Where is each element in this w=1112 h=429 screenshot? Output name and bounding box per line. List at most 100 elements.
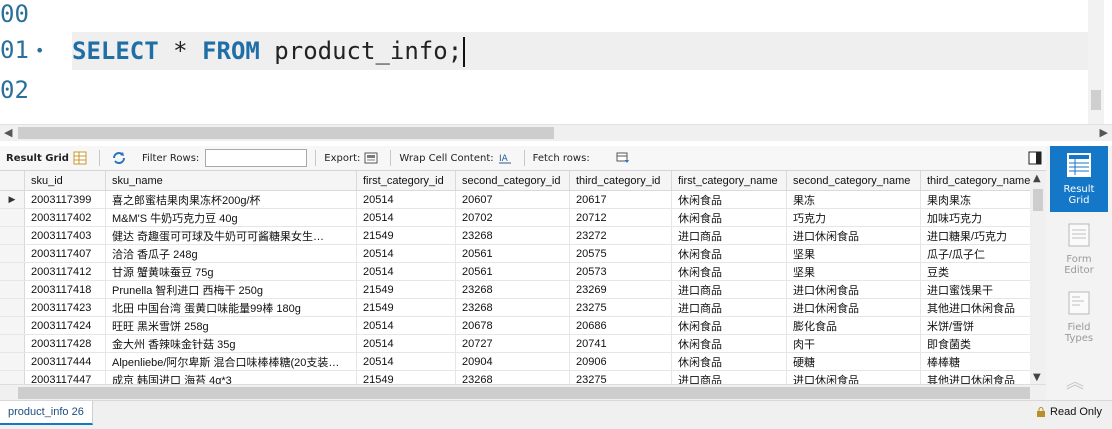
table-cell[interactable]: 进口休闲食品 xyxy=(786,370,921,385)
table-cell[interactable]: 坚果 xyxy=(786,244,921,263)
table-cell[interactable]: 20904 xyxy=(455,352,570,371)
table-cell[interactable]: 20514 xyxy=(356,208,456,227)
table-cell[interactable]: 21549 xyxy=(356,280,456,299)
table-cell[interactable]: 2003117412 xyxy=(24,262,106,281)
table-cell[interactable]: 北田 中国台湾 蛋黄口味能量99棒 180g xyxy=(105,298,357,317)
filter-rows-input[interactable] xyxy=(205,149,308,167)
row-header[interactable] xyxy=(0,352,25,371)
scroll-down-icon[interactable]: ▼ xyxy=(1033,372,1041,383)
table-cell[interactable]: 20686 xyxy=(569,316,672,335)
table-cell[interactable]: 膨化食品 xyxy=(786,316,921,335)
table-cell[interactable]: 20678 xyxy=(455,316,570,335)
column-header[interactable]: sku_id xyxy=(24,171,106,191)
table-cell[interactable]: 健达 奇趣蛋可可球及牛奶可可酱糖果女生… xyxy=(105,226,357,245)
scrollbar-thumb[interactable] xyxy=(18,127,554,139)
table-cell[interactable]: 20514 xyxy=(356,244,456,263)
table-cell[interactable]: 2003117418 xyxy=(24,280,106,299)
table-cell[interactable]: 豆类 xyxy=(920,262,1033,281)
table-cell[interactable]: 2003117423 xyxy=(24,298,106,317)
editor-horizontal-scrollbar[interactable]: ◀ ▶ xyxy=(0,124,1112,141)
table-cell[interactable]: 23268 xyxy=(455,280,570,299)
row-header[interactable] xyxy=(0,208,25,227)
table-cell[interactable]: 21549 xyxy=(356,226,456,245)
table-row[interactable]: 2003117444 Alpenliebe/阿尔卑斯 混合口味棒棒糖(20支装… 2… xyxy=(0,352,1040,371)
table-cell[interactable]: 果冻 xyxy=(786,190,921,209)
table-cell[interactable]: 休闲食品 xyxy=(671,352,787,371)
table-cell[interactable]: Prunella 智利进口 西梅干 250g xyxy=(105,280,357,299)
table-cell[interactable]: 进口休闲食品 xyxy=(786,280,921,299)
table-cell[interactable]: 即食菌类 xyxy=(920,334,1033,353)
table-cell[interactable]: 硬糖 xyxy=(786,352,921,371)
table-cell[interactable]: 20514 xyxy=(356,190,456,209)
table-cell[interactable]: 2003117402 xyxy=(24,208,106,227)
table-cell[interactable]: 2003117444 xyxy=(24,352,106,371)
table-row[interactable]: ▶ 2003117399 喜之郎蜜桔果肉果冻杯200g/杯 20514 20607 206… xyxy=(0,190,1040,209)
table-row[interactable]: 2003117402 M&M'S 牛奶巧克力豆 40g 20514 20702 2071… xyxy=(0,208,1040,227)
table-cell[interactable]: 23268 xyxy=(455,370,570,385)
column-header[interactable]: third_category_id xyxy=(569,171,672,191)
table-row[interactable]: 2003117424 旺旺 黑米雪饼 258g 20514 20678 20686 休闲食… xyxy=(0,316,1040,335)
collapse-icon[interactable]: ︽ xyxy=(1066,368,1084,394)
table-cell[interactable]: 2003117428 xyxy=(24,334,106,353)
table-cell[interactable]: 休闲食品 xyxy=(671,262,787,281)
row-header[interactable] xyxy=(0,262,25,281)
scroll-up-icon[interactable]: ▲ xyxy=(1033,173,1041,184)
table-cell[interactable]: 果肉果冻 xyxy=(920,190,1033,209)
table-cell[interactable]: 21549 xyxy=(356,298,456,317)
table-cell[interactable]: 23275 xyxy=(569,298,672,317)
table-cell[interactable]: 休闲食品 xyxy=(671,244,787,263)
result-grid-view-button[interactable]: Result Grid xyxy=(1050,146,1108,212)
column-header[interactable]: first_category_id xyxy=(356,171,456,191)
table-row[interactable]: 2003117407 洽洽 香瓜子 248g 20514 20561 20575 休闲食品… xyxy=(0,244,1040,263)
table-cell[interactable]: 瓜子/瓜子仁 xyxy=(920,244,1033,263)
column-header[interactable]: second_category_id xyxy=(455,171,570,191)
table-cell[interactable]: 休闲食品 xyxy=(671,334,787,353)
sql-statement[interactable]: SELECT * FROM product_info; xyxy=(72,34,466,68)
table-cell[interactable]: 20702 xyxy=(455,208,570,227)
row-header[interactable] xyxy=(0,370,25,385)
table-cell[interactable]: 进口休闲食品 xyxy=(786,298,921,317)
result-grid-button[interactable]: Result Grid xyxy=(0,146,97,170)
scroll-right-icon[interactable]: ▶ xyxy=(1100,125,1108,141)
refresh-button[interactable] xyxy=(102,146,136,170)
form-editor-button[interactable]: Form Editor xyxy=(1050,216,1108,282)
table-row[interactable]: 2003117447 成京 韩国进口 海苔 4g*3 21549 23268 23275… xyxy=(0,370,1040,385)
current-row-indicator-icon[interactable]: ▶ xyxy=(0,190,25,209)
table-cell[interactable]: 2003117399 xyxy=(24,190,106,209)
fetch-rows-button[interactable]: Fetch rows: xyxy=(527,146,640,170)
table-cell[interactable]: 棒棒糖 xyxy=(920,352,1033,371)
table-cell[interactable]: M&M'S 牛奶巧克力豆 40g xyxy=(105,208,357,227)
table-cell[interactable]: 23268 xyxy=(455,226,570,245)
table-cell[interactable]: 20514 xyxy=(356,262,456,281)
scrollbar-thumb[interactable] xyxy=(18,387,1030,399)
table-cell[interactable]: 进口商品 xyxy=(671,370,787,385)
table-cell[interactable]: 进口蜜饯果干 xyxy=(920,280,1033,299)
table-row[interactable]: 2003117412 甘源 蟹黄味蚕豆 75g 20514 20561 20573 休闲食… xyxy=(0,262,1040,281)
table-cell[interactable]: 肉干 xyxy=(786,334,921,353)
table-cell[interactable]: 成京 韩国进口 海苔 4g*3 xyxy=(105,370,357,385)
table-row[interactable]: 2003117403 健达 奇趣蛋可可球及牛奶可可酱糖果女生… 21549 23268… xyxy=(0,226,1040,245)
table-cell[interactable]: 20712 xyxy=(569,208,672,227)
table-cell[interactable]: 休闲食品 xyxy=(671,208,787,227)
export-button[interactable]: Export: xyxy=(318,146,388,170)
table-cell[interactable]: 20573 xyxy=(569,262,672,281)
row-header[interactable] xyxy=(0,316,25,335)
table-cell[interactable]: 2003117403 xyxy=(24,226,106,245)
row-header[interactable] xyxy=(0,334,25,353)
sql-editor[interactable]: 00 01 • SELECT * FROM product_info; 02 xyxy=(0,0,1112,124)
table-cell[interactable]: 2003117447 xyxy=(24,370,106,385)
column-header[interactable]: first_category_name xyxy=(671,171,787,191)
scrollbar-thumb[interactable] xyxy=(1091,90,1101,110)
table-cell[interactable]: 金大州 香辣味金针菇 35g xyxy=(105,334,357,353)
table-cell[interactable]: 20561 xyxy=(455,262,570,281)
grid-vertical-scrollbar[interactable]: ▲ ▼ xyxy=(1030,171,1046,385)
table-cell[interactable]: 进口糖果/巧克力 xyxy=(920,226,1033,245)
column-header[interactable]: third_category_name xyxy=(920,171,1033,191)
table-cell[interactable]: 进口商品 xyxy=(671,298,787,317)
row-header[interactable] xyxy=(0,298,25,317)
scroll-left-icon[interactable]: ◀ xyxy=(4,125,12,141)
editor-vertical-scrollbar[interactable] xyxy=(1088,0,1104,124)
table-cell[interactable]: 休闲食品 xyxy=(671,190,787,209)
table-cell[interactable]: 喜之郎蜜桔果肉果冻杯200g/杯 xyxy=(105,190,357,209)
table-cell[interactable]: 20617 xyxy=(569,190,672,209)
